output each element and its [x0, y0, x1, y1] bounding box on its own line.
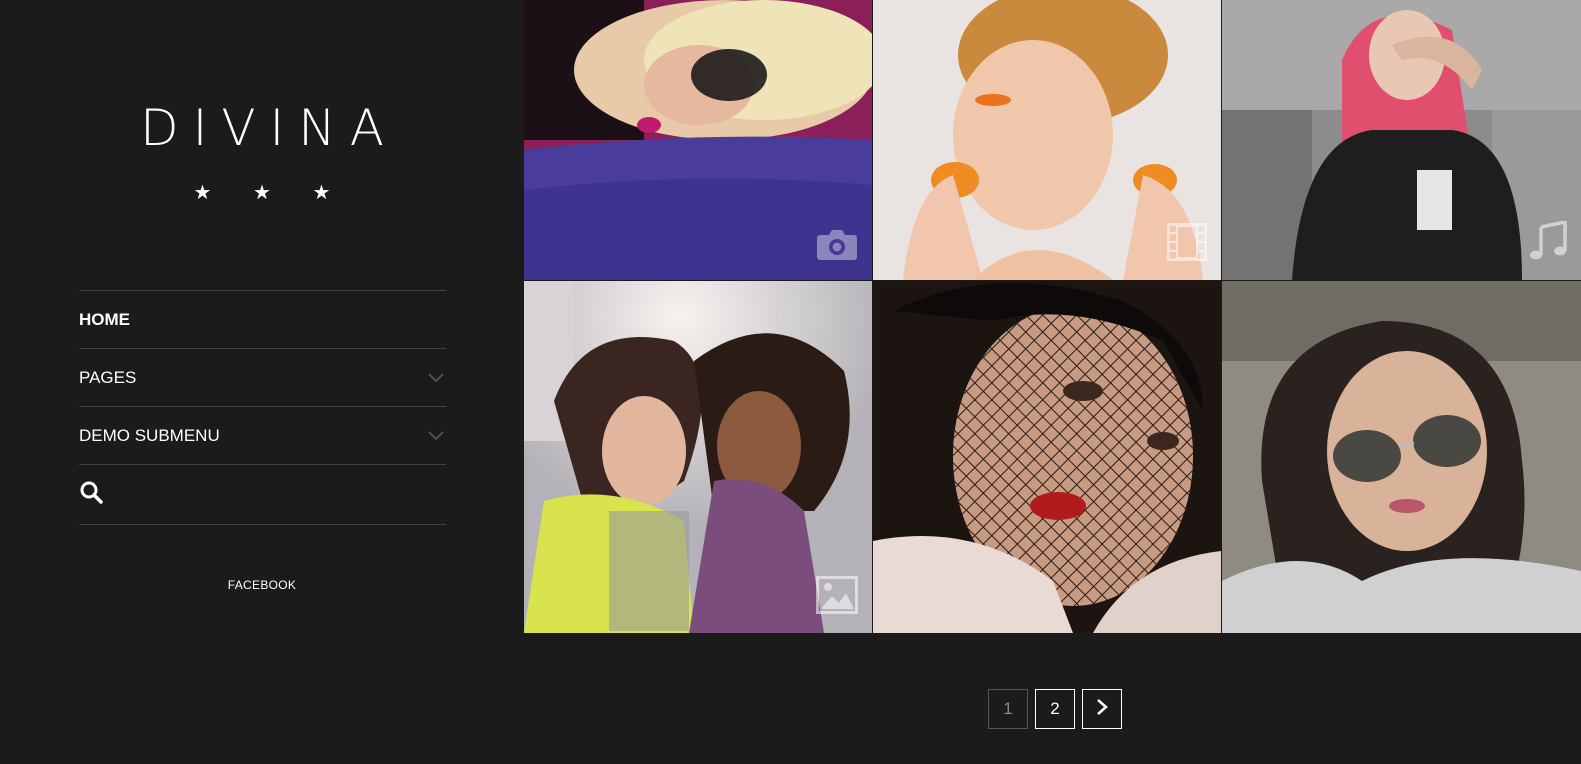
- gallery-tile[interactable]: [873, 281, 1221, 633]
- camera-icon: [816, 227, 858, 266]
- sidebar: DIVINA ★ ★ ★ HOME PAGES DEMO SUBMENU FAC…: [0, 0, 524, 764]
- nav-item-home[interactable]: HOME: [79, 291, 446, 349]
- nav-item-label: DEMO SUBMENU: [79, 425, 220, 445]
- gallery-tile[interactable]: [524, 0, 872, 280]
- image-icon: [816, 576, 858, 619]
- next-page-button[interactable]: [1082, 689, 1122, 729]
- nav-item-pages[interactable]: PAGES: [79, 349, 446, 407]
- chevron-down-icon[interactable]: [428, 370, 444, 386]
- nav-item-label: PAGES: [79, 367, 137, 387]
- chevron-right-icon: [1095, 698, 1109, 721]
- tile-image: [1222, 281, 1581, 633]
- facebook-link[interactable]: FACEBOOK: [0, 578, 524, 592]
- music-icon: [1527, 219, 1567, 266]
- main-nav: HOME PAGES DEMO SUBMENU: [79, 290, 446, 525]
- logo-stars: ★ ★ ★: [193, 182, 349, 204]
- search-row: [79, 465, 446, 525]
- gallery-tile[interactable]: [1222, 281, 1581, 633]
- gallery-tile[interactable]: [873, 0, 1221, 280]
- pagination: 1 2: [988, 689, 1122, 729]
- nav-item-label: HOME: [79, 309, 130, 329]
- gallery-grid: [524, 0, 1581, 633]
- chevron-down-icon[interactable]: [428, 428, 444, 444]
- tile-image: [873, 281, 1221, 633]
- gallery-tile[interactable]: [524, 281, 872, 633]
- page-2-button[interactable]: 2: [1035, 689, 1075, 729]
- search-icon[interactable]: [79, 480, 103, 509]
- gallery-tile[interactable]: [1222, 0, 1581, 280]
- site-logo[interactable]: DIVINA: [0, 98, 524, 158]
- page-1-button[interactable]: 1: [988, 689, 1028, 729]
- nav-item-demo-submenu[interactable]: DEMO SUBMENU: [79, 407, 446, 465]
- film-icon: [1166, 222, 1208, 266]
